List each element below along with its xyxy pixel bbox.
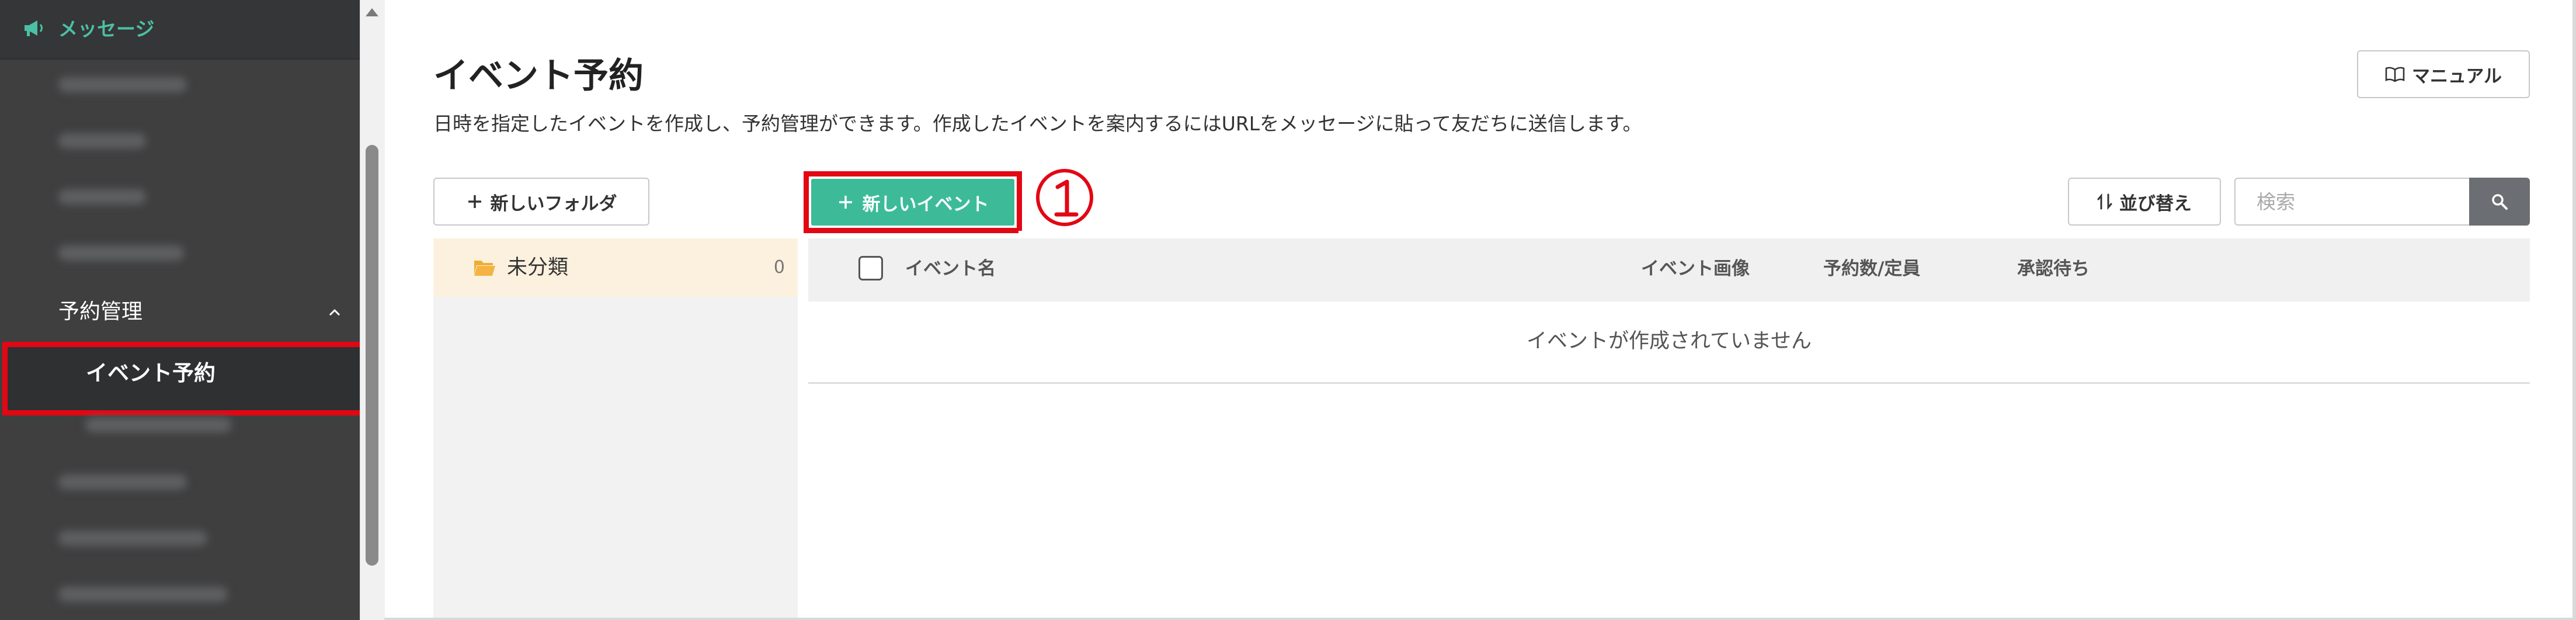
window-border bbox=[384, 618, 2576, 620]
new-event-button[interactable]: 新しいイベント bbox=[811, 179, 1014, 226]
folder-count: 0 bbox=[773, 257, 785, 278]
column-header-event-name[interactable]: イベント名 bbox=[905, 256, 996, 282]
sidebar-item-blurred[interactable] bbox=[58, 474, 187, 490]
search-icon bbox=[2492, 194, 2508, 210]
sidebar-item-blurred[interactable] bbox=[58, 133, 146, 148]
sidebar-header-messages[interactable]: メッセージ bbox=[0, 0, 360, 60]
sidebar-item-event-reservation[interactable]: イベント予約 bbox=[2, 342, 360, 415]
sidebar-section-reservations[interactable]: 予約管理 bbox=[58, 298, 142, 326]
plus-icon bbox=[839, 196, 852, 209]
manual-button-label: マニュアル bbox=[2411, 65, 2502, 87]
sidebar-scrollbar[interactable] bbox=[360, 0, 385, 620]
empty-table-message: イベントが作成されていません bbox=[1527, 330, 1812, 353]
select-all-checkbox[interactable] bbox=[858, 256, 883, 280]
table-header: イベント名 イベント画像 予約数/定員 承認待ち bbox=[808, 238, 2530, 302]
sidebar: メッセージ 予約管理 イベント予約 bbox=[0, 0, 360, 620]
new-event-label: 新しいイベント bbox=[862, 193, 989, 215]
search-button[interactable] bbox=[2469, 178, 2530, 226]
page-title: イベント予約 bbox=[433, 56, 644, 96]
sidebar-item-label: イベント予約 bbox=[86, 361, 215, 386]
column-header-pending-approval[interactable]: 承認待ち bbox=[2017, 256, 2090, 282]
folder-panel: 未分類 0 bbox=[433, 238, 798, 620]
folder-item[interactable]: 未分類 0 bbox=[433, 238, 798, 297]
app-window: メッセージ 予約管理 イベント予約 イベント予約 日時を指定したイベントを作成し… bbox=[0, 0, 2576, 620]
new-event-highlight: 新しいイベント bbox=[804, 171, 1022, 233]
sidebar-item-blurred[interactable] bbox=[58, 77, 187, 92]
scrollbar-thumb[interactable] bbox=[366, 145, 378, 566]
column-header-event-image[interactable]: イベント画像 bbox=[1641, 256, 1750, 282]
folder-name: 未分類 bbox=[507, 256, 569, 279]
sidebar-item-blurred[interactable] bbox=[58, 189, 146, 205]
search-input[interactable] bbox=[2234, 178, 2470, 226]
sidebar-item-blurred[interactable] bbox=[58, 245, 184, 261]
column-header-reservations[interactable]: 予約数/定員 bbox=[1823, 256, 1920, 282]
page-description: 日時を指定したイベントを作成し、予約管理ができます。作成したイベントを案内するに… bbox=[433, 112, 1642, 135]
sort-button-label: 並び替え bbox=[2119, 193, 2192, 214]
sort-button[interactable]: 並び替え bbox=[2068, 178, 2221, 226]
new-folder-label: 新しいフォルダ bbox=[490, 193, 617, 214]
book-icon bbox=[2385, 67, 2405, 82]
plus-icon bbox=[468, 195, 481, 208]
megaphone-icon bbox=[25, 20, 43, 36]
manual-button[interactable]: マニュアル bbox=[2357, 50, 2530, 98]
chevron-up-icon[interactable] bbox=[326, 304, 343, 321]
new-folder-button[interactable]: 新しいフォルダ bbox=[433, 178, 649, 226]
sidebar-item-blurred[interactable] bbox=[58, 531, 207, 546]
sidebar-header-label: メッセージ bbox=[58, 18, 155, 40]
sidebar-item-blurred[interactable] bbox=[85, 417, 231, 432]
scroll-up-arrow-icon[interactable] bbox=[366, 8, 378, 16]
folder-open-icon bbox=[474, 261, 495, 276]
sidebar-item-blurred[interactable] bbox=[58, 587, 228, 602]
sort-arrows-icon bbox=[2097, 193, 2112, 210]
table-divider bbox=[808, 382, 2530, 384]
window-border bbox=[2572, 0, 2576, 620]
step-number-marker bbox=[1036, 169, 1093, 226]
